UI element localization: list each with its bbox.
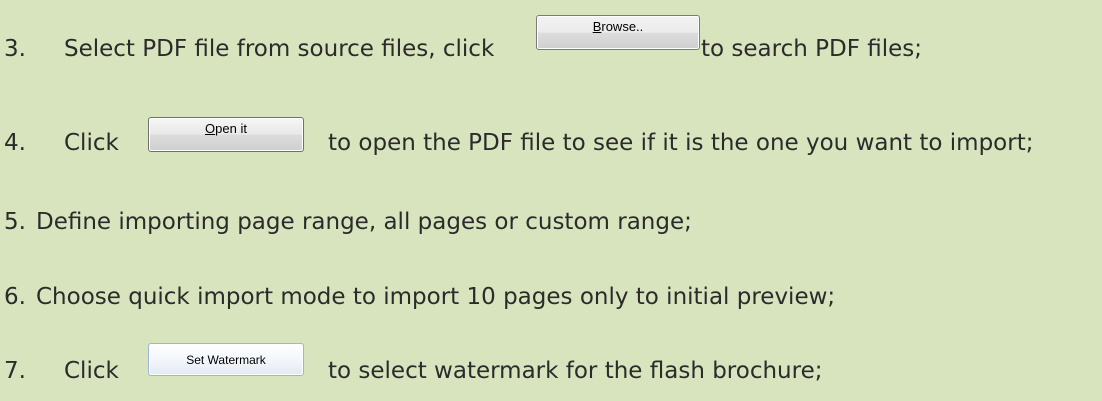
open-it-button[interactable]: Open it bbox=[148, 117, 304, 152]
browse-button[interactable]: Browse.. bbox=[536, 15, 700, 50]
step-number: 3. bbox=[4, 36, 26, 62]
step-text: Select PDF file from source files, click bbox=[64, 36, 495, 62]
step-text: Choose quick import mode to import 10 pa… bbox=[36, 284, 836, 310]
step-text: to search PDF files; bbox=[701, 36, 922, 62]
step-number: 7. bbox=[4, 358, 26, 384]
step-number: 4. bbox=[4, 130, 26, 156]
step-number: 5. bbox=[4, 209, 26, 235]
step-number: 6. bbox=[4, 284, 26, 310]
step-text: Click bbox=[64, 358, 119, 384]
step-text: to open the PDF file to see if it is the… bbox=[328, 130, 1034, 156]
step-text: Click bbox=[64, 130, 119, 156]
step-text: Define importing page range, all pages o… bbox=[36, 209, 692, 235]
step-text: to select watermark for the flash brochu… bbox=[328, 358, 823, 384]
set-watermark-button[interactable]: Set Watermark bbox=[148, 343, 304, 376]
